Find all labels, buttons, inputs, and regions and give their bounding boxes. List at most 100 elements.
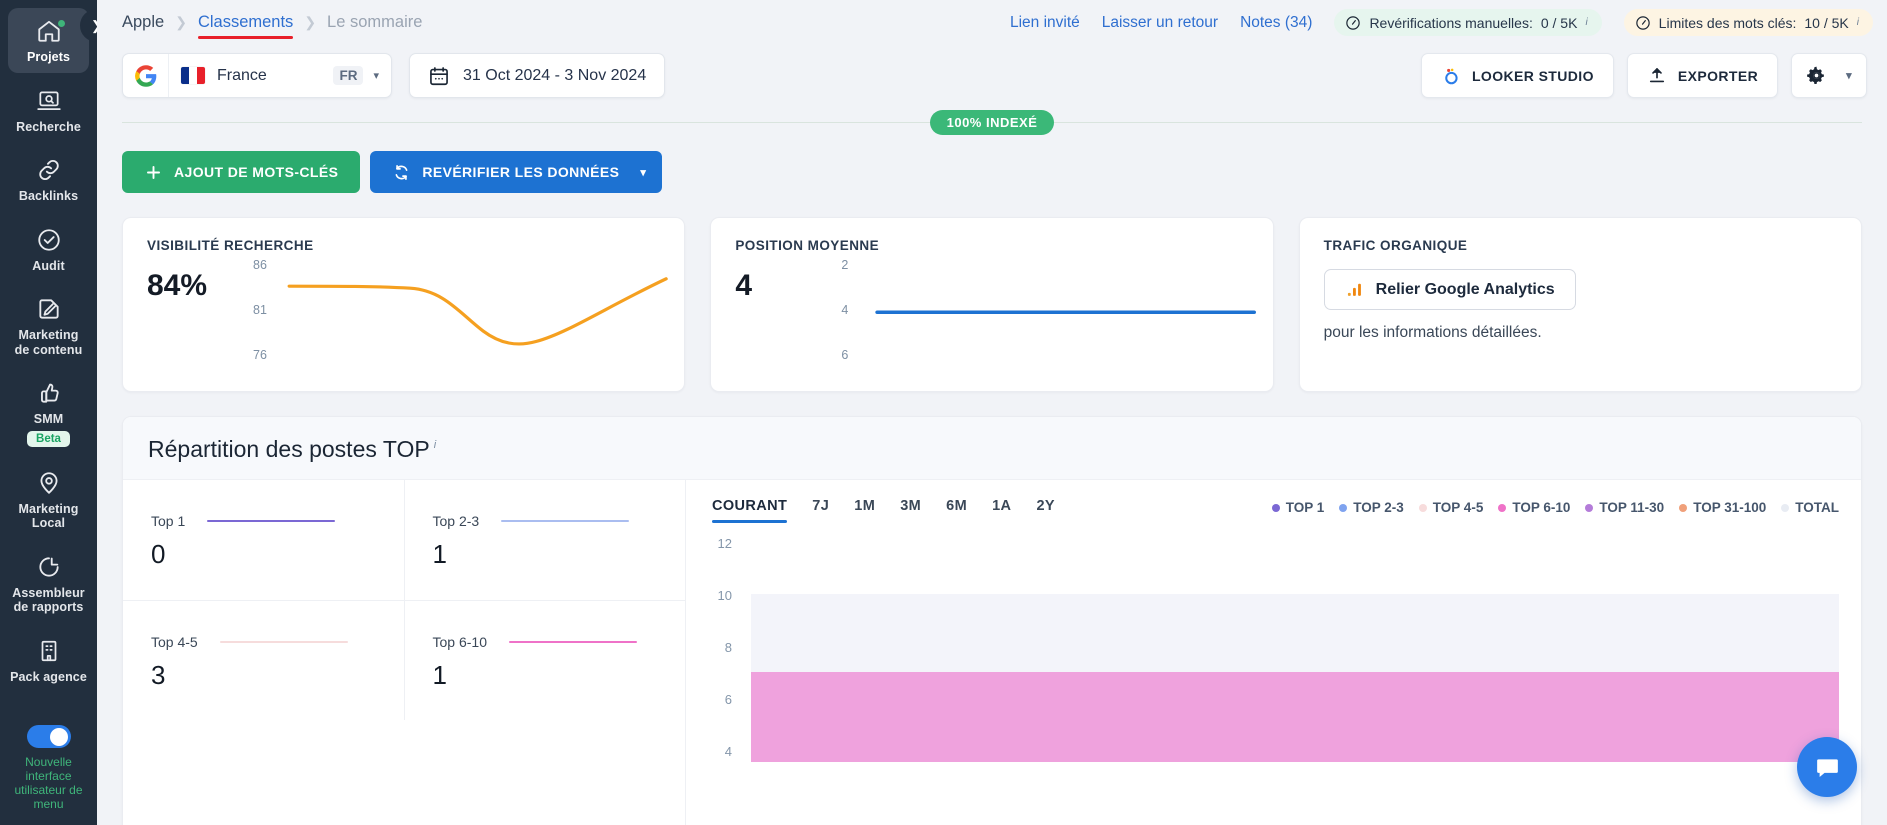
legend-item-total[interactable]: TOTAL	[1781, 500, 1839, 515]
search-visibility-sparkline: 86 81 76	[253, 258, 668, 375]
keyword-limits-pill[interactable]: Limites des mots clés: 10 / 5K i	[1623, 9, 1873, 36]
top-cell-top-6-10[interactable]: Top 6-10 1	[403, 601, 686, 720]
sidebar-item-label: Marketing Local	[18, 501, 79, 531]
tab-courant[interactable]: COURANT	[712, 498, 788, 523]
top-cell-label: Top 2-3	[432, 513, 480, 529]
breadcrumb-item-classements-label: Classements	[197, 13, 294, 31]
pie-chart-icon	[35, 553, 63, 581]
recheck-data-button[interactable]: REVÉRIFIER LES DONNÉES ▾	[370, 151, 663, 193]
y-axis-tick: 4	[724, 744, 732, 759]
tab-1m[interactable]: 1M	[854, 498, 875, 523]
top-cell-color-line	[207, 519, 336, 523]
tab-1a[interactable]: 1A	[992, 498, 1011, 523]
tab-7j[interactable]: 7J	[812, 498, 829, 523]
legend-color-dot	[1498, 503, 1507, 512]
top-cell-header: Top 4-5	[151, 634, 404, 650]
y-axis-tick: 12	[717, 536, 732, 551]
sidebar-item-label: Pack agence	[10, 669, 87, 684]
top-cell-value: 1	[432, 660, 447, 690]
tab-3m[interactable]: 3M	[900, 498, 921, 523]
new-menu-ui-toggle[interactable]	[26, 725, 71, 748]
legend-label: TOP 4-5	[1432, 500, 1484, 515]
top-cell-value: 3	[151, 660, 166, 690]
sidebar-item-assembleur-de-rapports[interactable]: Assembleur de rapports	[8, 544, 89, 623]
sidebar-item-marketing-local[interactable]: Marketing Local	[8, 460, 89, 539]
search-laptop-icon	[35, 87, 63, 115]
top-cell-top-2-3[interactable]: Top 2-3 1	[403, 480, 686, 600]
sidebar-item-projets[interactable]: Projets	[8, 8, 89, 73]
y-axis-tick: 6	[724, 692, 732, 707]
sidebar-item-backlinks[interactable]: Backlinks	[8, 147, 89, 212]
legend-color-dot	[1585, 503, 1594, 512]
app-root: Projets Recherche Backlinks Audit Market	[0, 0, 1887, 825]
gauge-icon	[1635, 15, 1650, 30]
legend-item-top-11-30[interactable]: TOP 11-30	[1585, 500, 1664, 515]
metric-cards-row: VISIBILITÉ RECHERCHE 84% 86 81 76 POSITI…	[97, 193, 1887, 392]
top-cell-value: 0	[151, 539, 166, 569]
export-label: EXPORTER	[1677, 67, 1759, 84]
chevron-down-icon: ▾	[373, 70, 379, 82]
card-title: VISIBILITÉ RECHERCHE	[147, 238, 314, 253]
chat-bubble-icon	[1816, 758, 1838, 777]
tab-2y[interactable]: 2Y	[1036, 498, 1055, 523]
gauge-icon	[1346, 15, 1361, 30]
looker-studio-icon	[1445, 68, 1458, 84]
legend-item-top-1[interactable]: TOP 1	[1271, 500, 1324, 515]
manual-rechecks-pill[interactable]: Revérifications manuelles: 0 / 5K i	[1334, 9, 1602, 36]
tab-6m[interactable]: 6M	[946, 498, 967, 523]
sidebar-item-smm[interactable]: SMM Beta	[8, 370, 89, 455]
check-circle-icon	[35, 226, 63, 254]
chat-bubble-button[interactable]	[1797, 737, 1857, 797]
legend-color-dot	[1271, 503, 1280, 512]
connect-google-analytics-button[interactable]: Relier Google Analytics	[1323, 269, 1576, 310]
legend-item-top-6-10[interactable]: TOP 6-10	[1498, 500, 1570, 515]
top-cell-header: Top 2-3	[433, 513, 686, 529]
calendar-icon	[430, 66, 448, 85]
plus-icon	[147, 165, 160, 179]
stacked-bar-column[interactable]	[751, 542, 1839, 762]
info-superscript: i	[433, 439, 437, 452]
legend-item-top-31-100[interactable]: TOP 31-100	[1679, 500, 1766, 515]
sidebar-item-marketing-de-contenu[interactable]: Marketing de contenu	[8, 286, 89, 365]
google-icon	[123, 54, 169, 97]
add-keywords-button[interactable]: AJOUT DE MOTS-CLÉS	[122, 151, 361, 193]
top-cell-top-1[interactable]: Top 1 0	[123, 480, 404, 600]
refresh-icon	[395, 164, 408, 180]
axis-tick: 76	[253, 348, 267, 362]
top-cell-label: Top 4-5	[151, 634, 198, 650]
pencil-square-icon	[35, 295, 63, 323]
legend-item-top-4-5[interactable]: TOP 4-5	[1418, 500, 1484, 515]
breadcrumb-item-le-sommaire[interactable]: Le sommaire	[327, 13, 422, 32]
breadcrumb-item-classements[interactable]: Classements	[197, 13, 294, 39]
axis-tick: 86	[253, 258, 267, 272]
legend-item-top-2-3[interactable]: TOP 2-3	[1339, 500, 1404, 515]
info-superscript: i	[1856, 17, 1859, 28]
looker-studio-button[interactable]: LOOKER STUDIO	[1420, 53, 1614, 98]
breadcrumb-item-apple[interactable]: Apple	[122, 13, 164, 32]
country-selector[interactable]: France FR ▾	[122, 53, 392, 98]
building-icon	[35, 637, 63, 665]
top-cell-top-4-5[interactable]: Top 4-5 3	[123, 601, 404, 720]
notes-link[interactable]: Notes (34)	[1240, 14, 1312, 32]
chart-legend: TOP 1 TOP 2-3 TOP 4-5 TOP 6-10 TOP 11-30…	[1271, 500, 1839, 515]
legend-label: TOP 2-3	[1353, 500, 1404, 515]
sidebar-item-audit[interactable]: Audit	[8, 217, 89, 282]
search-visibility-card: VISIBILITÉ RECHERCHE 84% 86 81 76	[122, 217, 686, 392]
chevron-down-icon: ▾	[640, 166, 647, 179]
sidebar-item-pack-agence[interactable]: Pack agence	[8, 628, 89, 693]
sidebar-item-recherche[interactable]: Recherche	[8, 78, 89, 143]
date-range-picker[interactable]: 31 Oct 2024 - 3 Nov 2024	[409, 53, 666, 98]
gear-icon	[1807, 66, 1824, 84]
sidebar-item-label: Audit	[32, 258, 65, 273]
looker-studio-label: LOOKER STUDIO	[1471, 67, 1594, 84]
sparkline-path	[875, 310, 1257, 315]
feedback-link[interactable]: Laisser un retour	[1102, 14, 1218, 32]
legend-label: TOP 6-10	[1512, 500, 1571, 515]
export-button[interactable]: EXPORTER	[1626, 53, 1779, 98]
sidebar-footer: Nouvelle interface utilisateur de menu	[0, 725, 97, 811]
red-underline-annotation	[197, 35, 294, 39]
guest-link[interactable]: Lien invité	[1010, 14, 1080, 32]
main-content: Apple ❯ Classements ❯ Le sommaire Lien i…	[97, 0, 1887, 825]
settings-button[interactable]: ▾	[1791, 53, 1867, 98]
thumb-up-icon	[35, 379, 63, 407]
